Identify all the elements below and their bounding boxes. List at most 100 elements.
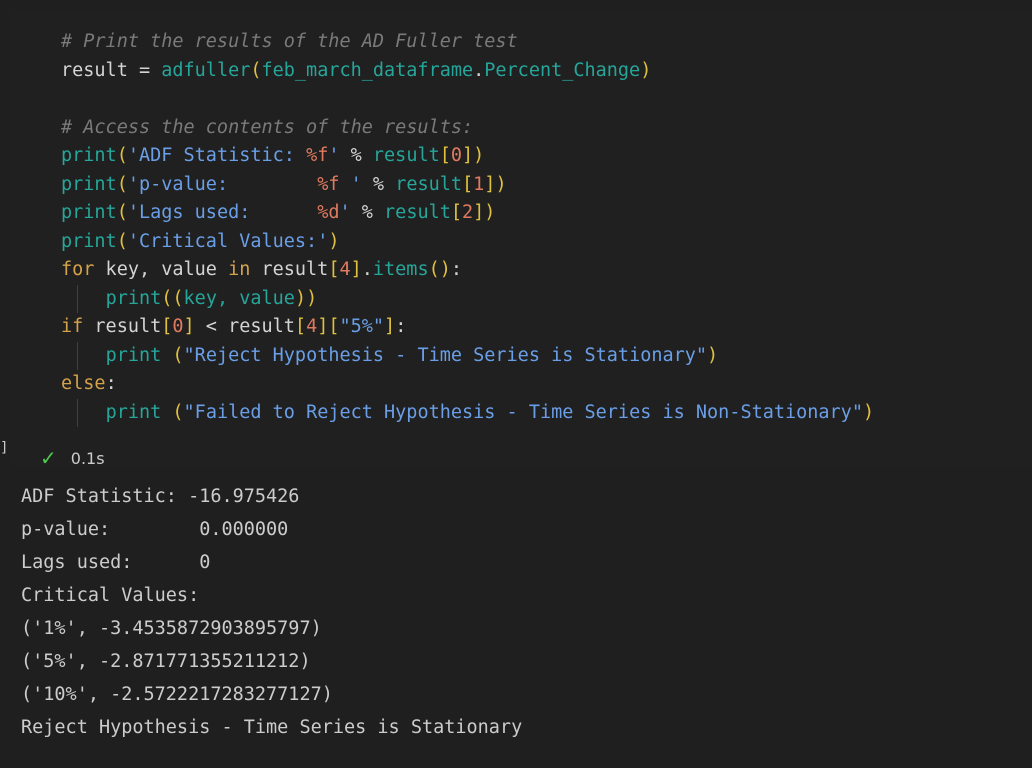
- code-token: else: [61, 373, 106, 394]
- code-line[interactable]: else:: [61, 370, 1021, 399]
- code-token: result: [372, 145, 440, 166]
- code-line[interactable]: # Print the results of the AD Fuller tes…: [61, 28, 1021, 57]
- indent-guide: [77, 342, 78, 370]
- code-token: for: [61, 259, 95, 280]
- code-line[interactable]: print('Critical Values:'): [61, 228, 1021, 257]
- code-token: <: [194, 316, 229, 337]
- code-token: :: [450, 259, 463, 280]
- output-line: Reject Hypothesis - Time Series is Stati…: [21, 717, 523, 738]
- code-token: [: [450, 202, 463, 223]
- code-token: (: [161, 401, 184, 423]
- code-token: 'Lags used:: [127, 202, 318, 223]
- code-token: ): [707, 344, 719, 366]
- code-token: [: [161, 316, 173, 337]
- cell-output: ADF Statistic: -16.975426 p-value: 0.0000…: [21, 480, 1021, 744]
- code-token: :: [395, 316, 407, 337]
- code-token: %f: [306, 145, 329, 166]
- code-token: feb_march_dataframe: [261, 59, 474, 81]
- code-token: print: [105, 344, 162, 366]
- code-line[interactable]: for key, value in result[4].items():: [61, 256, 1021, 285]
- code-token: %d: [317, 202, 340, 223]
- code-token: in: [228, 259, 251, 280]
- code-token: (: [116, 173, 128, 195]
- code-token: result: [384, 202, 451, 223]
- code-line[interactable]: [61, 85, 1021, 114]
- code-token: ): [495, 173, 507, 195]
- code-token: result: [83, 316, 162, 337]
- code-line[interactable]: print('p-value: %f ' % result[1]): [61, 171, 1021, 200]
- code-token: 'ADF Statistic:: [127, 145, 307, 166]
- code-token: "Reject Hypothesis - Time Series is Stat…: [183, 344, 708, 366]
- indent-guide: [77, 285, 78, 313]
- code-token: [: [439, 145, 451, 166]
- code-editor[interactable]: # Print the results of the AD Fuller tes…: [61, 28, 1021, 427]
- output-line: Critical Values:: [21, 585, 200, 606]
- code-token: (: [116, 230, 128, 252]
- check-icon: ✓: [40, 446, 57, 470]
- code-token: key, value: [94, 259, 229, 280]
- code-token: 4: [339, 259, 351, 280]
- output-line: ADF Statistic: -16.975426: [21, 486, 300, 507]
- code-token: print: [105, 287, 162, 309]
- output-line: ('10%', -2.5722217283277127): [21, 684, 333, 705]
- code-token: ): [328, 230, 340, 252]
- execution-count-bracket: ]: [0, 440, 9, 456]
- code-token: =: [127, 59, 162, 81]
- code-token: result: [61, 59, 128, 81]
- code-token: "5%": [339, 316, 385, 337]
- code-line[interactable]: print((key, value)): [61, 285, 1021, 314]
- code-token: ]: [473, 202, 485, 223]
- code-token: %: [339, 145, 373, 166]
- code-token: [: [462, 173, 474, 195]
- code-token: # Access the contents of the results:: [61, 116, 474, 138]
- code-line[interactable]: result = adfuller(feb_march_dataframe.Pe…: [61, 57, 1021, 86]
- execution-status: ✓ 0.1s: [40, 444, 105, 472]
- code-token: %f: [317, 173, 340, 195]
- code-token: 'p-value:: [127, 173, 318, 195]
- code-token: ': [339, 202, 351, 223]
- code-line[interactable]: print ("Failed to Reject Hypothesis - Ti…: [61, 399, 1021, 428]
- code-token: .: [361, 259, 373, 280]
- code-token: [: [294, 316, 307, 337]
- code-line[interactable]: print('ADF Statistic: %f' % result[0]): [61, 142, 1021, 171]
- code-token: ): [862, 401, 875, 423]
- code-token: items: [372, 259, 429, 280]
- code-token: result: [250, 259, 329, 280]
- code-token: (: [116, 145, 128, 166]
- code-token: %: [361, 173, 396, 195]
- code-token: if: [61, 316, 84, 337]
- code-token: :: [105, 373, 117, 394]
- code-token: [: [328, 259, 340, 280]
- code-token: ]: [384, 316, 396, 337]
- code-token: print: [105, 401, 162, 423]
- code-cell[interactable]: # Print the results of the AD Fuller tes…: [10, 10, 1032, 470]
- left-gutter: [0, 0, 10, 466]
- execution-duration: 0.1s: [70, 448, 105, 468]
- code-token: "Failed to Reject Hypothesis - Time Seri…: [183, 401, 863, 423]
- code-token: result: [228, 316, 295, 337]
- code-token: print: [61, 202, 117, 223]
- code-token: print: [61, 230, 117, 252]
- code-token: (: [250, 59, 262, 81]
- code-token: ): [473, 145, 485, 166]
- code-line[interactable]: print('Lags used: %d' % result[2]): [61, 199, 1021, 228]
- code-token: print: [61, 173, 117, 195]
- code-token: ]: [462, 145, 474, 166]
- code-token: # Print the results of the AD Fuller tes…: [61, 31, 518, 52]
- output-line: Lags used: 0: [21, 552, 211, 573]
- code-line[interactable]: # Access the contents of the results:: [61, 114, 1021, 143]
- code-token: adfuller: [161, 59, 251, 81]
- code-token: ][: [317, 316, 340, 337]
- code-token: 0: [450, 145, 463, 166]
- code-token: ': [339, 173, 362, 195]
- code-line[interactable]: if result[0] < result[4]["5%"]:: [61, 313, 1021, 342]
- code-token: ): [484, 202, 496, 223]
- code-line[interactable]: print ("Reject Hypothesis - Time Series …: [61, 342, 1021, 371]
- indent-guide: [77, 399, 78, 427]
- code-token: ]: [484, 173, 496, 195]
- code-token: Percent_Change: [484, 59, 641, 81]
- code-token: 'Critical Values:': [127, 230, 329, 252]
- code-token: )): [294, 287, 318, 309]
